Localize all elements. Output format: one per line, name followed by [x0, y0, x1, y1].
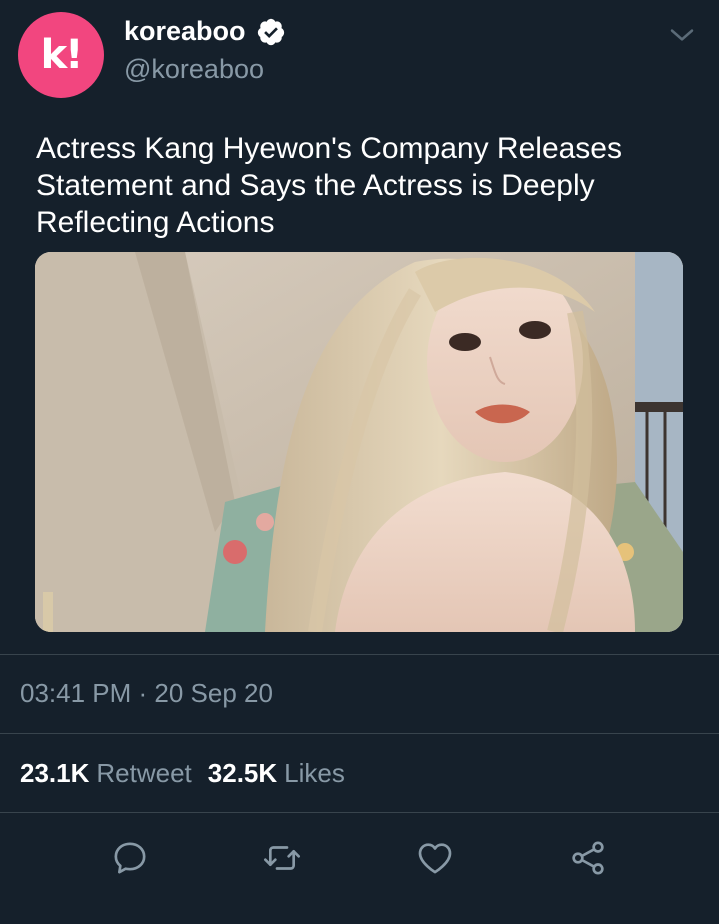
divider: [0, 654, 719, 655]
tweet-text: Actress Kang Hyewon's Company Releases S…: [36, 132, 622, 239]
tweet-stats: 23.1K Retweet 32.5K Likes: [20, 758, 361, 789]
reply-button[interactable]: [108, 836, 152, 880]
share-button[interactable]: [566, 836, 610, 880]
retweet-count[interactable]: 23.1K: [20, 758, 89, 789]
author-name-row: koreaboo: [124, 16, 286, 47]
avatar[interactable]: k!: [18, 12, 104, 98]
retweet-label[interactable]: Retweet: [96, 758, 191, 789]
tweet-timestamp[interactable]: 03:41 PM · 20 Sep 20: [20, 678, 273, 709]
like-label[interactable]: Likes: [284, 758, 345, 789]
divider: [0, 733, 719, 734]
photo-illustration: [35, 252, 683, 632]
share-icon: [572, 841, 604, 875]
retweet-button[interactable]: [260, 836, 304, 880]
author-handle[interactable]: @koreaboo: [124, 54, 264, 85]
tweet-actions: [0, 836, 719, 880]
display-name[interactable]: koreaboo: [124, 16, 246, 47]
heart-icon: [418, 843, 452, 874]
retweet-icon: [264, 846, 300, 870]
koreaboo-logo-icon: k!: [40, 32, 84, 78]
like-button[interactable]: [413, 836, 457, 880]
tweet-photo[interactable]: [35, 252, 683, 632]
tweet-detail: k! koreaboo @koreaboo Actress Kang Hyewo…: [0, 0, 719, 924]
reply-icon: [114, 842, 146, 874]
verified-badge-icon: [257, 18, 284, 45]
like-count[interactable]: 32.5K: [208, 758, 277, 789]
divider: [0, 812, 719, 813]
chevron-down-icon[interactable]: [667, 20, 697, 50]
